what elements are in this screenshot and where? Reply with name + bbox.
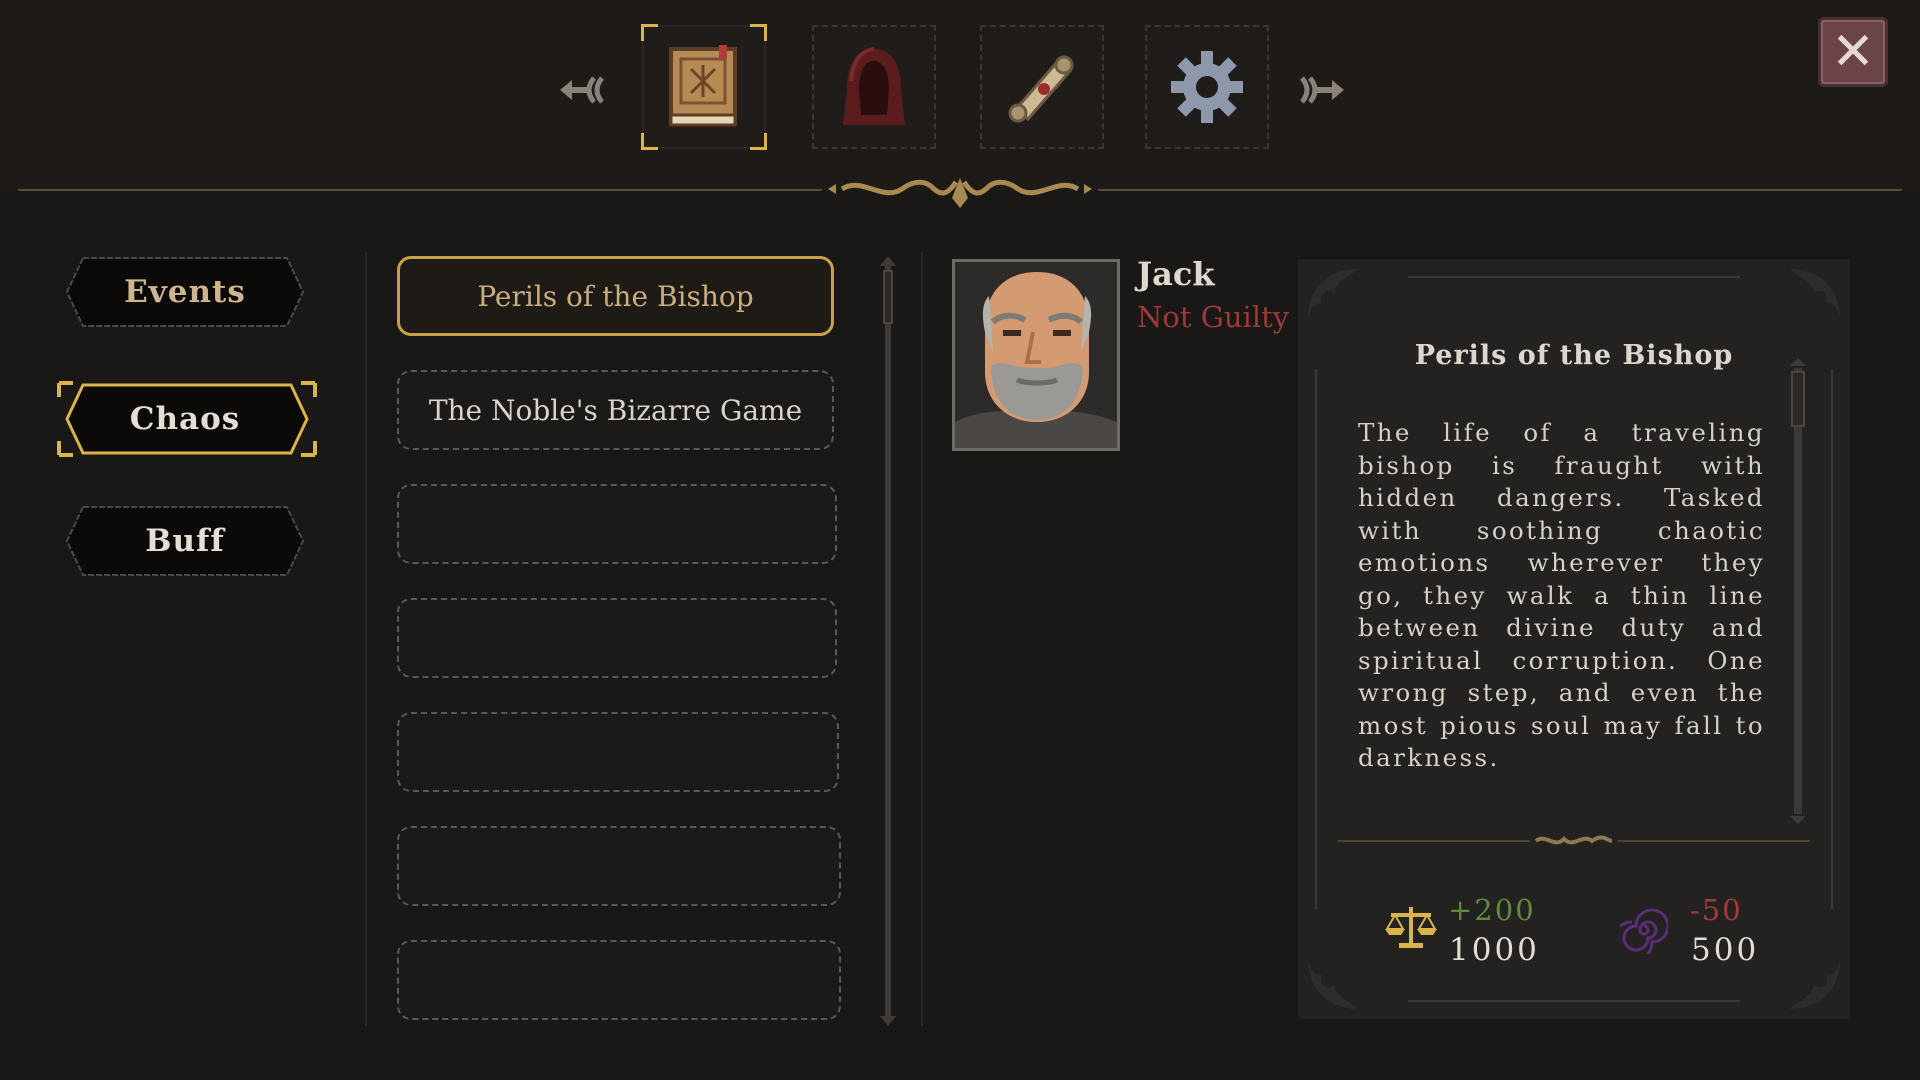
list-item[interactable]: The Noble's Bizarre Game [397, 370, 834, 450]
list-right-border [921, 252, 923, 1026]
header-divider-left [18, 189, 822, 191]
tab-journal[interactable] [641, 24, 767, 150]
scroll-thumb[interactable] [883, 270, 893, 324]
list-left-border [365, 252, 367, 1026]
gear-icon [1171, 51, 1243, 123]
tab-quests[interactable] [980, 25, 1104, 149]
character-portrait [952, 259, 1120, 451]
description-scrollbar[interactable] [1790, 358, 1806, 824]
close-icon: ✕ [1831, 22, 1875, 82]
category-events-button[interactable]: Events [65, 256, 305, 328]
character-verdict-status: Not Guilty [1137, 300, 1290, 334]
header-ornament-icon [828, 178, 1092, 208]
chaos-value: 500 [1691, 932, 1760, 968]
header-divider-right [1098, 189, 1902, 191]
list-item[interactable] [397, 940, 841, 1020]
event-detail-description: The life of a traveling bishop is fraugh… [1358, 418, 1765, 772]
justice-value: 1000 [1449, 932, 1540, 968]
close-button[interactable]: ✕ [1818, 17, 1888, 87]
chaos-change: -50 [1690, 893, 1743, 927]
event-list-scrollbar[interactable] [880, 256, 896, 1026]
event-detail-title: Perils of the Bishop [1414, 340, 1734, 371]
justice-scales-icon [1385, 907, 1437, 948]
hooded-cloak-icon [843, 47, 905, 125]
list-item[interactable] [397, 826, 841, 906]
category-chaos-button[interactable]: Chaos [57, 381, 317, 457]
list-item[interactable] [397, 598, 837, 678]
scroll-track [885, 266, 891, 1016]
old-man-portrait-icon [955, 262, 1117, 448]
scroll-icon [1008, 55, 1074, 123]
tab-settings[interactable] [1145, 25, 1269, 149]
list-item[interactable] [397, 712, 839, 792]
list-item[interactable]: Perils of the Bishop [397, 256, 834, 336]
justice-change: +200 [1448, 893, 1536, 927]
character-name: Jack [1137, 255, 1215, 293]
category-buff-button[interactable]: Buff [65, 505, 305, 577]
chaos-spiral-icon [1620, 908, 1668, 954]
tab-character[interactable] [812, 25, 936, 149]
journal-book-icon [669, 45, 737, 127]
next-tab-arrow-icon[interactable] [1288, 70, 1346, 119]
top-navigation-bar [0, 0, 1920, 190]
previous-tab-arrow-icon[interactable] [558, 70, 616, 119]
list-item[interactable] [397, 484, 837, 564]
